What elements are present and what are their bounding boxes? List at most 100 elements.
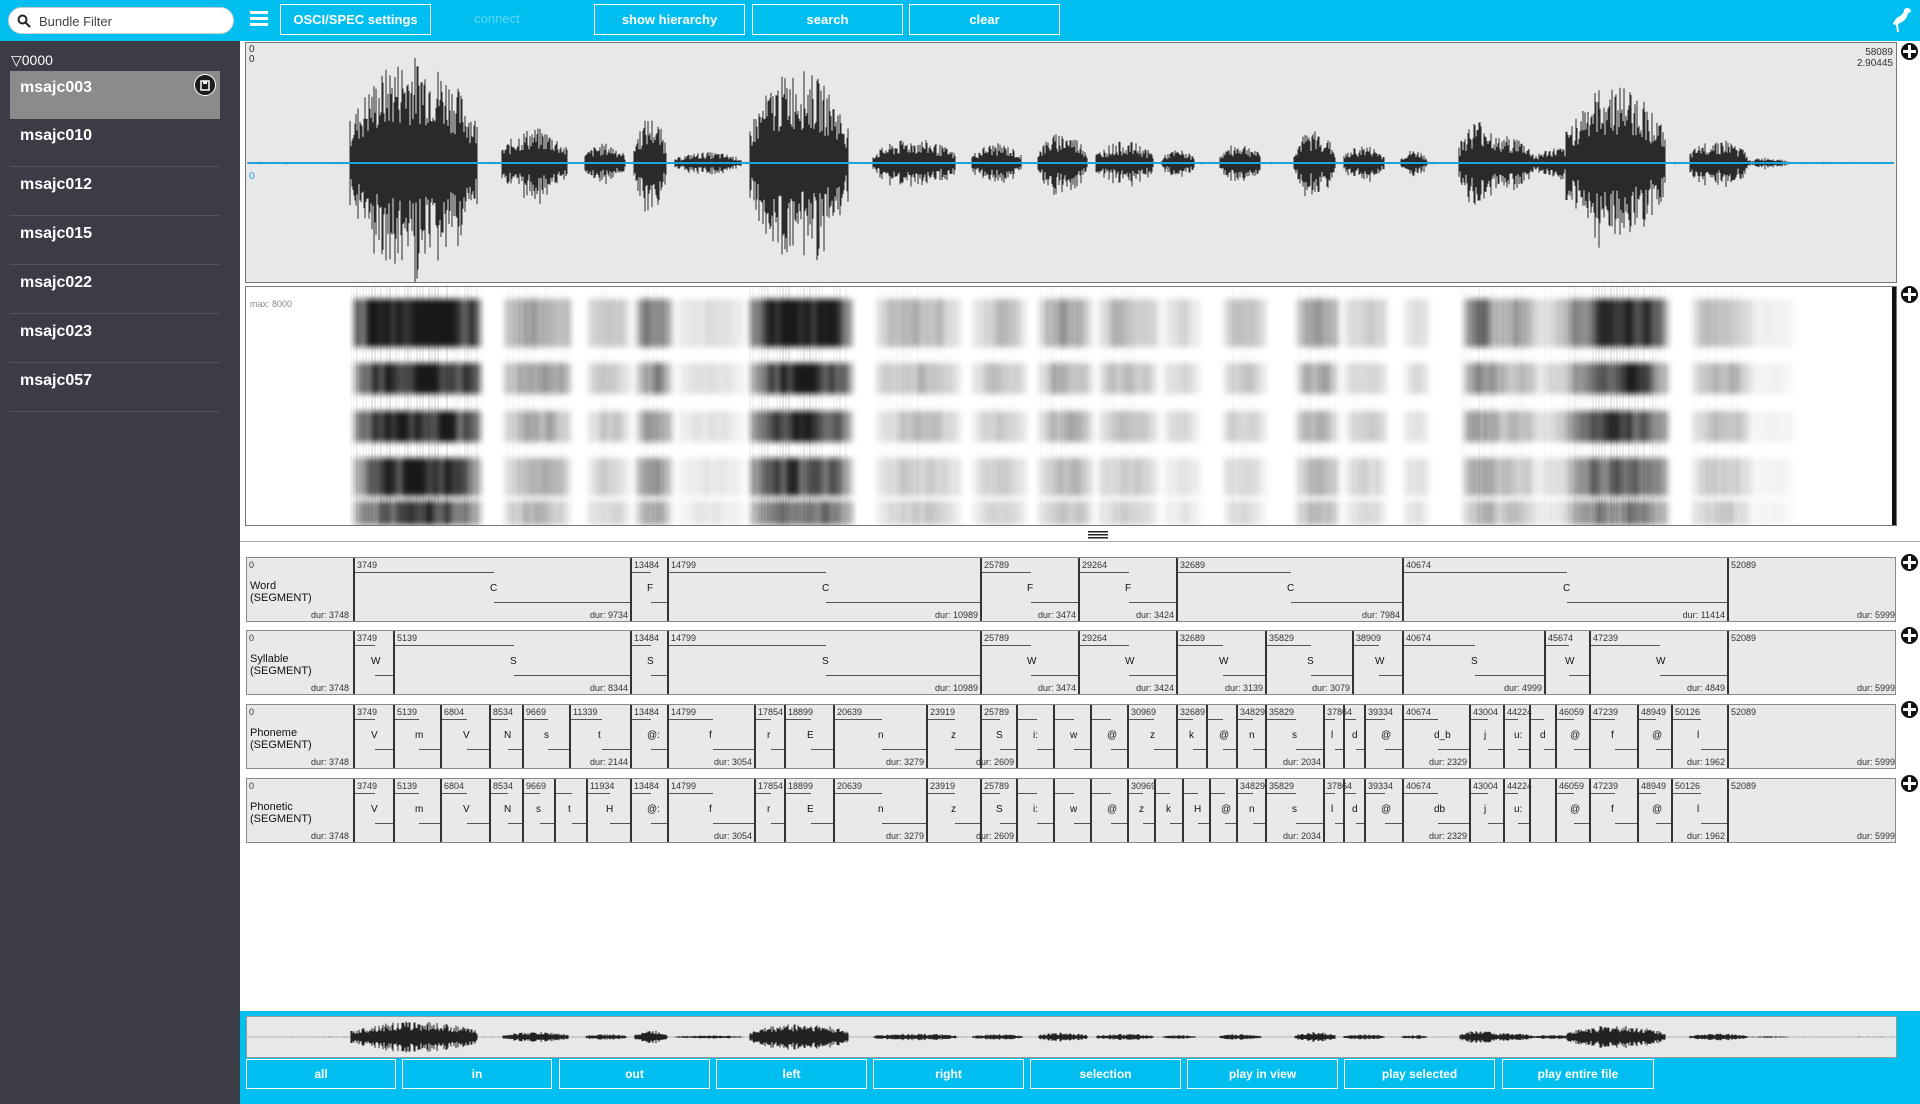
segment[interactable]: @ <box>1090 779 1128 842</box>
segment[interactable]: 52089 dur: 5999 <box>1727 558 1897 621</box>
bundle-item-msajc022[interactable]: msajc022 <box>10 266 220 314</box>
segment[interactable] <box>1529 779 1555 842</box>
zoom-out-button[interactable]: out <box>559 1059 710 1089</box>
segment[interactable]: 6804 V <box>440 779 490 842</box>
segment[interactable]: 9669 s <box>522 779 554 842</box>
segment[interactable]: 35829 s dur: 2034 <box>1265 705 1323 768</box>
segment[interactable]: H <box>1182 779 1210 842</box>
overview-waveform[interactable] <box>246 1016 1897 1058</box>
segment[interactable]: 52089 dur: 5999 <box>1727 631 1897 694</box>
segment[interactable]: 44224 u: <box>1503 705 1532 768</box>
segment[interactable]: 3749 W <box>353 631 393 694</box>
resize-handle-icon[interactable] <box>1901 775 1918 792</box>
bundle-item-msajc003[interactable]: msajc003 <box>10 71 220 119</box>
segment[interactable]: 32689 k <box>1176 705 1206 768</box>
segment[interactable]: 46059 @ <box>1555 779 1589 842</box>
segment[interactable]: 40674 d_b dur: 2329 <box>1402 705 1470 768</box>
segment[interactable]: d <box>1529 705 1555 768</box>
play-in-view-button[interactable]: play in view <box>1187 1059 1338 1089</box>
tier-syllable[interactable]: Syllable (SEGMENT) 0 dur: 3748 3749 W 5139 Sdur… <box>246 630 1896 695</box>
segment[interactable]: 32689 Wdur: 3139 <box>1176 631 1266 694</box>
segment[interactable]: 25789 Wdur: 3474 <box>980 631 1078 694</box>
zoom-in-button[interactable]: in <box>402 1059 552 1089</box>
segment[interactable]: 39334 @ <box>1364 705 1402 768</box>
segment[interactable]: 29264 Wdur: 3424 <box>1078 631 1176 694</box>
segment[interactable]: 3749 V <box>353 779 393 842</box>
segment[interactable]: 13484 @: <box>630 779 668 842</box>
tier-word[interactable]: Word (SEGMENT) 0 dur: 3748 3749 Cdur: 9734 134… <box>246 557 1896 622</box>
segment[interactable]: d <box>1343 779 1365 842</box>
segment[interactable]: 3749 V <box>353 705 393 768</box>
segment[interactable]: 20639 n dur: 3279 <box>833 705 927 768</box>
segment[interactable]: t <box>554 779 586 842</box>
segment[interactable]: 39334 @ <box>1364 779 1402 842</box>
segment[interactable]: w <box>1053 779 1091 842</box>
resize-handle-icon[interactable] <box>1901 286 1918 303</box>
bundle-filter-field[interactable] <box>8 7 234 34</box>
connect-button[interactable]: connect <box>438 4 556 35</box>
show-hierarchy-button[interactable]: show hierarchy <box>594 4 745 35</box>
segment[interactable]: 8534 N <box>489 705 523 768</box>
segment[interactable]: 5139 m <box>393 779 441 842</box>
zoom-selection-button[interactable]: selection <box>1030 1059 1181 1089</box>
oscillogram-pane[interactable]: 00 0 58089 2.90445 <box>245 42 1897 283</box>
segment[interactable]: 50126 l dur: 1962 <box>1671 779 1727 842</box>
segment[interactable]: 47239 f <box>1589 705 1637 768</box>
bundle-item-msajc057[interactable]: msajc057 <box>10 364 220 412</box>
segment[interactable]: 50126 l dur: 1962 <box>1671 705 1727 768</box>
segment[interactable]: 30969 z <box>1127 705 1177 768</box>
segment[interactable]: 6804 V <box>440 705 490 768</box>
segment[interactable]: 47239 f <box>1589 779 1637 842</box>
segment[interactable]: 52089 dur: 5999 <box>1727 779 1897 842</box>
segment[interactable]: 32689 Cdur: 7984 <box>1176 558 1402 621</box>
segment[interactable]: 40674 db dur: 2329 <box>1402 779 1470 842</box>
session-label[interactable]: ▽0000 <box>11 52 53 69</box>
segment[interactable]: 37864 l <box>1323 779 1352 842</box>
segment[interactable]: 23919 z <box>926 779 980 842</box>
segment[interactable]: 25789 Sdur: 2609 <box>976 779 1016 842</box>
segment[interactable]: 34829 n <box>1236 705 1266 768</box>
segment[interactable]: 18899 E <box>784 779 834 842</box>
tier-phoneme[interactable]: Phoneme (SEGMENT) 0 dur: 3748 3749 V 5139 m 6804… <box>246 704 1896 769</box>
bundle-item-msajc023[interactable]: msajc023 <box>10 315 220 363</box>
play-entire-file-button[interactable]: play entire file <box>1502 1059 1654 1089</box>
segment[interactable]: 5139 Sdur: 8344 <box>393 631 631 694</box>
pane-divider[interactable] <box>240 530 1920 542</box>
segment[interactable]: 44224 u: <box>1503 779 1532 842</box>
segment[interactable]: 25789 Fdur: 3474 <box>980 558 1078 621</box>
resize-handle-icon[interactable] <box>1901 627 1918 644</box>
scroll-left-button[interactable]: left <box>716 1059 867 1089</box>
bundle-item-msajc015[interactable]: msajc015 <box>10 217 220 265</box>
resize-handle-icon[interactable] <box>1901 554 1918 571</box>
segment[interactable]: 30969 z <box>1127 779 1156 842</box>
segment[interactable]: 40674 Cdur: 11414 <box>1402 558 1728 621</box>
segment[interactable]: 9669 s <box>522 705 570 768</box>
tier-phonetic[interactable]: Phonetic (SEGMENT) 0 dur: 3748 3749 V 5139 m 680… <box>246 778 1896 843</box>
segment[interactable]: 3749 Cdur: 9734 <box>353 558 631 621</box>
segment[interactable]: 37864 l <box>1323 705 1352 768</box>
clear-button[interactable]: clear <box>909 4 1060 35</box>
segment[interactable]: i: <box>1016 705 1054 768</box>
segment[interactable]: 43004 j <box>1469 705 1503 768</box>
segment[interactable]: d <box>1343 705 1365 768</box>
segment[interactable]: 45674 W <box>1544 631 1590 694</box>
segment[interactable]: 13484 S <box>630 631 668 694</box>
spectrogram-pane[interactable]: max: 8000 <box>245 286 1897 526</box>
segment[interactable]: 23919 z <box>926 705 980 768</box>
segment[interactable]: 17854 r <box>754 779 784 842</box>
segment[interactable]: 14799 f dur: 3054 <box>667 779 755 842</box>
bundle-item-msajc012[interactable]: msajc012 <box>10 168 220 216</box>
bundle-filter-input[interactable] <box>39 11 224 31</box>
segment[interactable]: 35829 Sdur: 3079 <box>1265 631 1353 694</box>
bundle-item-msajc010[interactable]: msajc010 <box>10 119 220 167</box>
osci-spec-settings-button[interactable]: OSCI/SPEC settings <box>280 4 431 35</box>
segment[interactable]: 14799 Cdur: 10989 <box>667 558 981 621</box>
resize-handle-icon[interactable] <box>1901 43 1918 60</box>
segment[interactable]: 46059 @ <box>1555 705 1589 768</box>
segment[interactable]: 8534 N <box>489 779 523 842</box>
play-selected-button[interactable]: play selected <box>1344 1059 1495 1089</box>
segment[interactable]: 35829 s dur: 2034 <box>1265 779 1323 842</box>
segment[interactable]: w <box>1053 705 1091 768</box>
segment[interactable]: 48949 @ <box>1637 705 1671 768</box>
segment[interactable]: 47239 Wdur: 4849 <box>1589 631 1727 694</box>
